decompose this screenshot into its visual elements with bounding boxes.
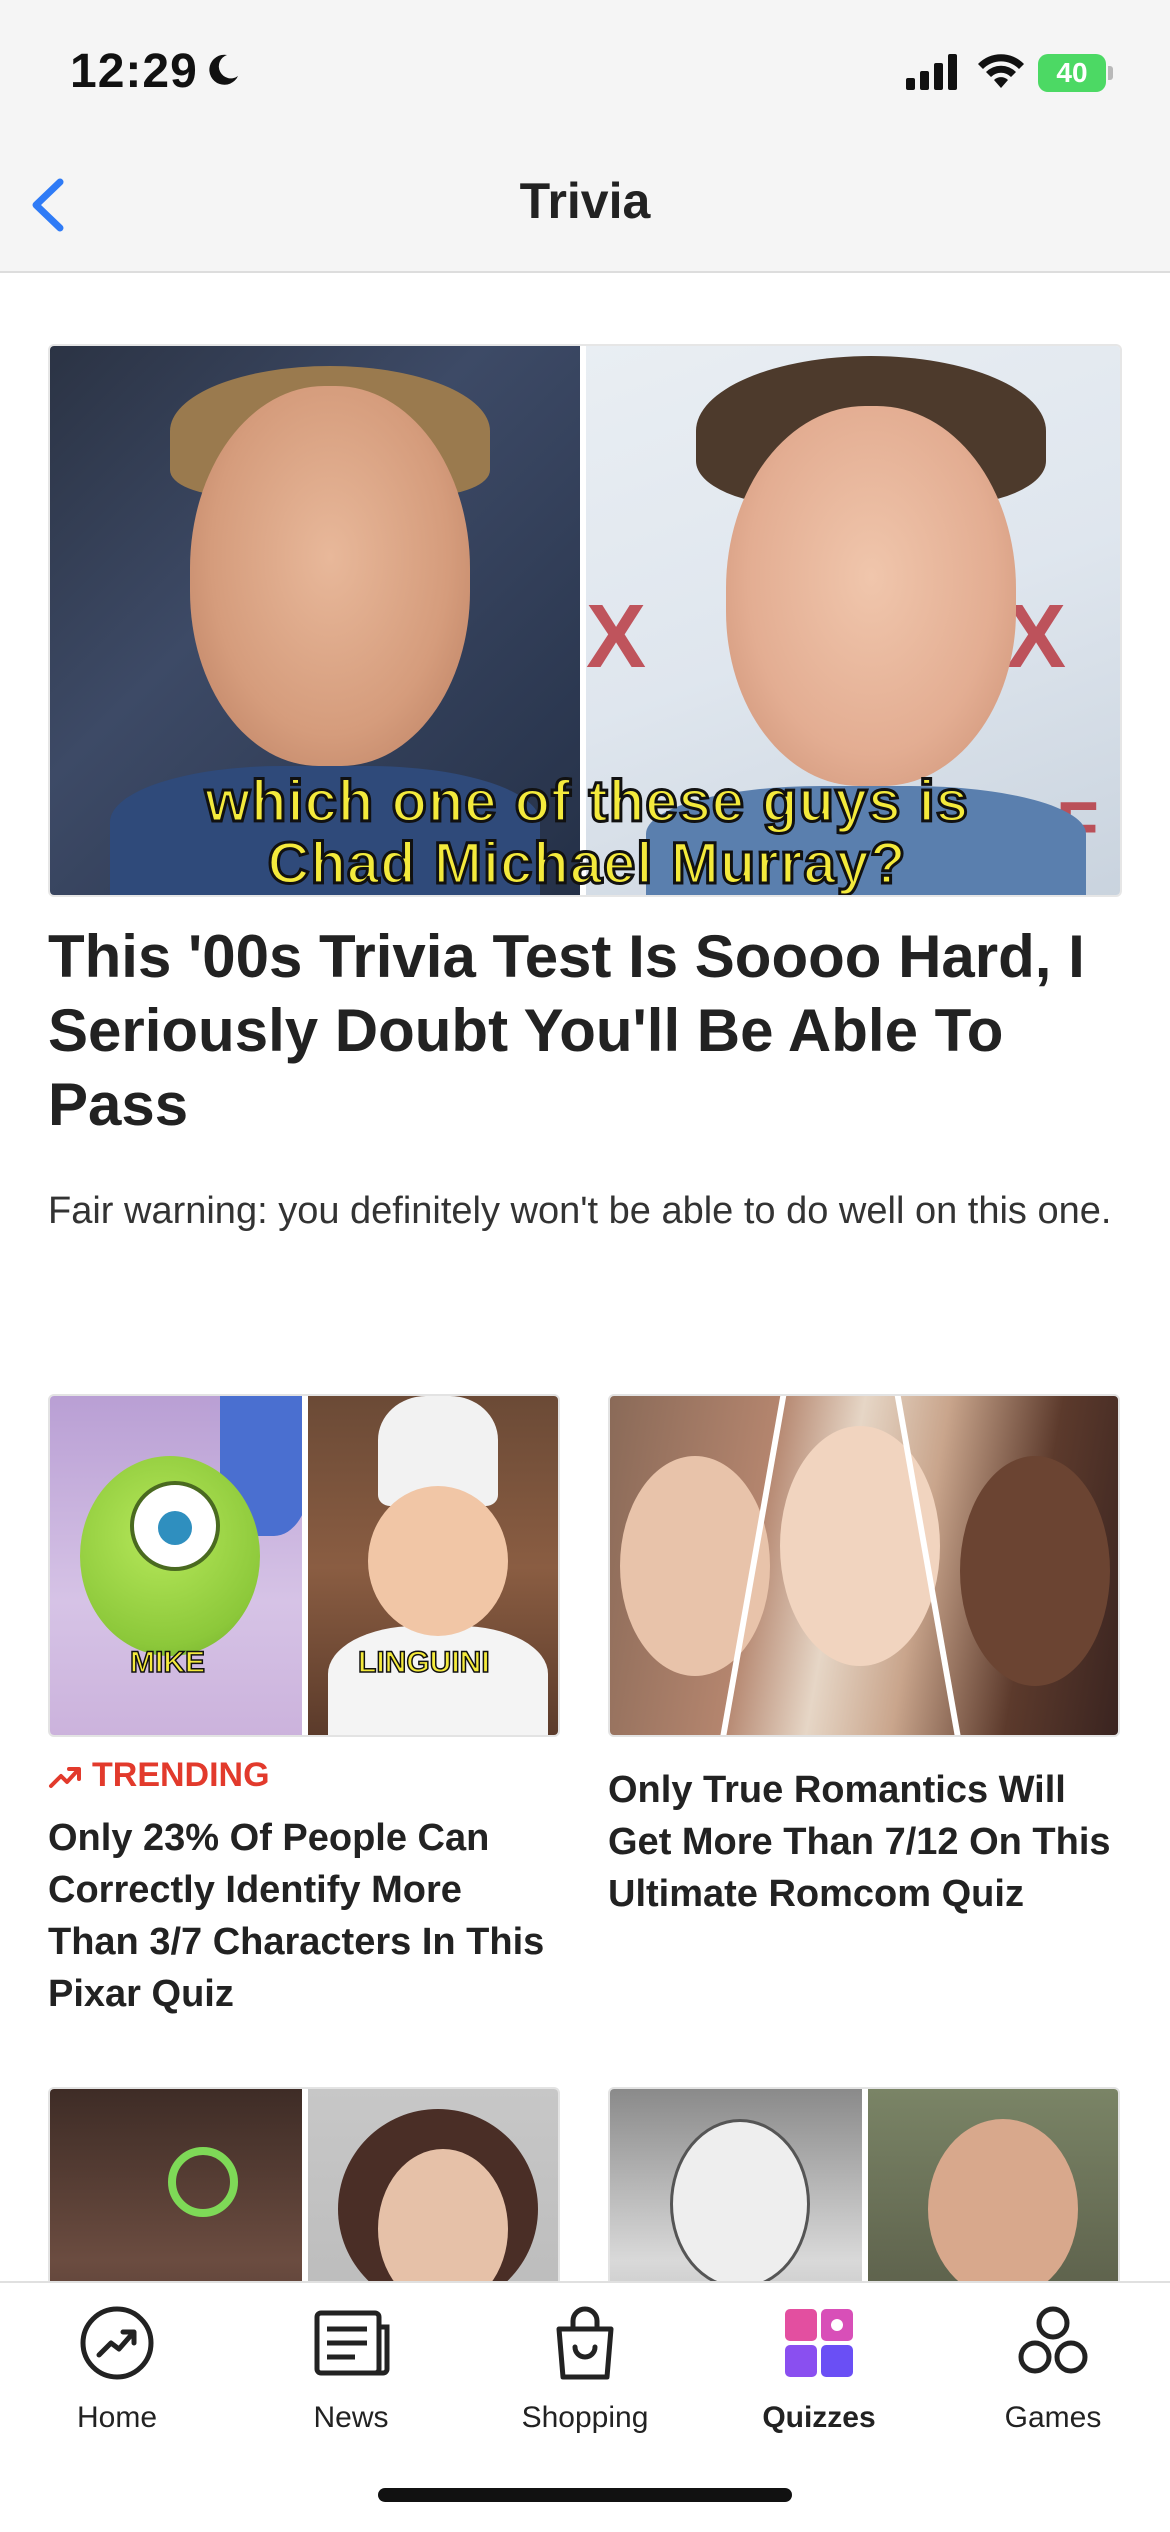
tab-label: Quizzes [762,2401,876,2434]
battery-level: 40 [1056,57,1088,88]
quizzes-icon [785,2309,853,2377]
quiz-thumbnail [608,1394,1120,1737]
shopping-bag-icon [556,2306,614,2380]
status-time: 12:29 [70,45,198,98]
hero-caption: which one of these guys is Chad Michael … [203,769,970,896]
quiz-thumbnail [48,2087,560,2287]
tab-label: Shopping [521,2401,649,2434]
home-indicator [378,2488,792,2502]
page-title: Trivia [519,173,651,229]
newspaper-icon [314,2310,390,2376]
hero-description: Fair warning: you definitely won't be ab… [48,1190,1112,1232]
tab-home[interactable]: Home [0,2303,234,2463]
battery-indicator: 40 [1038,54,1113,92]
status-bar: 12:29 40 [0,0,1170,150]
character-label: MIKE [129,1645,206,1680]
hero-headline[interactable]: This '00s Trivia Test Is Soooo Hard, I S… [48,920,1122,1142]
tab-label: News [313,2401,389,2434]
quiz-card-title[interactable]: Only True Romantics Will Get More Than 7… [608,1764,1120,1920]
quiz-thumbnail [608,2087,1120,2287]
home-trending-icon [80,2306,154,2380]
games-icon [1018,2306,1088,2374]
tab-quizzes[interactable]: Quizzes [702,2303,936,2463]
top-bar: 12:29 40 Trivia [0,0,1170,273]
trending-badge: TRENDING [92,1756,270,1794]
tab-news[interactable]: News [234,2303,468,2463]
hero-image[interactable]: X X F which one of these guys is Chad Mi… [48,344,1122,897]
tab-shopping[interactable]: Shopping [468,2303,702,2463]
trending-arrow-icon [49,1767,81,1788]
quiz-thumbnail: MIKE LINGUINI [48,1394,560,1737]
tab-label: Games [1004,2401,1102,2434]
wifi-icon [978,54,1024,88]
cellular-signal-icon [906,54,957,90]
tab-label: Home [76,2401,158,2434]
highlight-circle [168,2147,238,2217]
quiz-card-title[interactable]: Only 23% Of People Can Correctly Identif… [48,1812,560,2020]
character-label: LINGUINI [357,1645,490,1680]
fox-logo: X [586,587,647,687]
moon-icon [209,54,238,85]
tab-games[interactable]: Games [936,2303,1170,2463]
